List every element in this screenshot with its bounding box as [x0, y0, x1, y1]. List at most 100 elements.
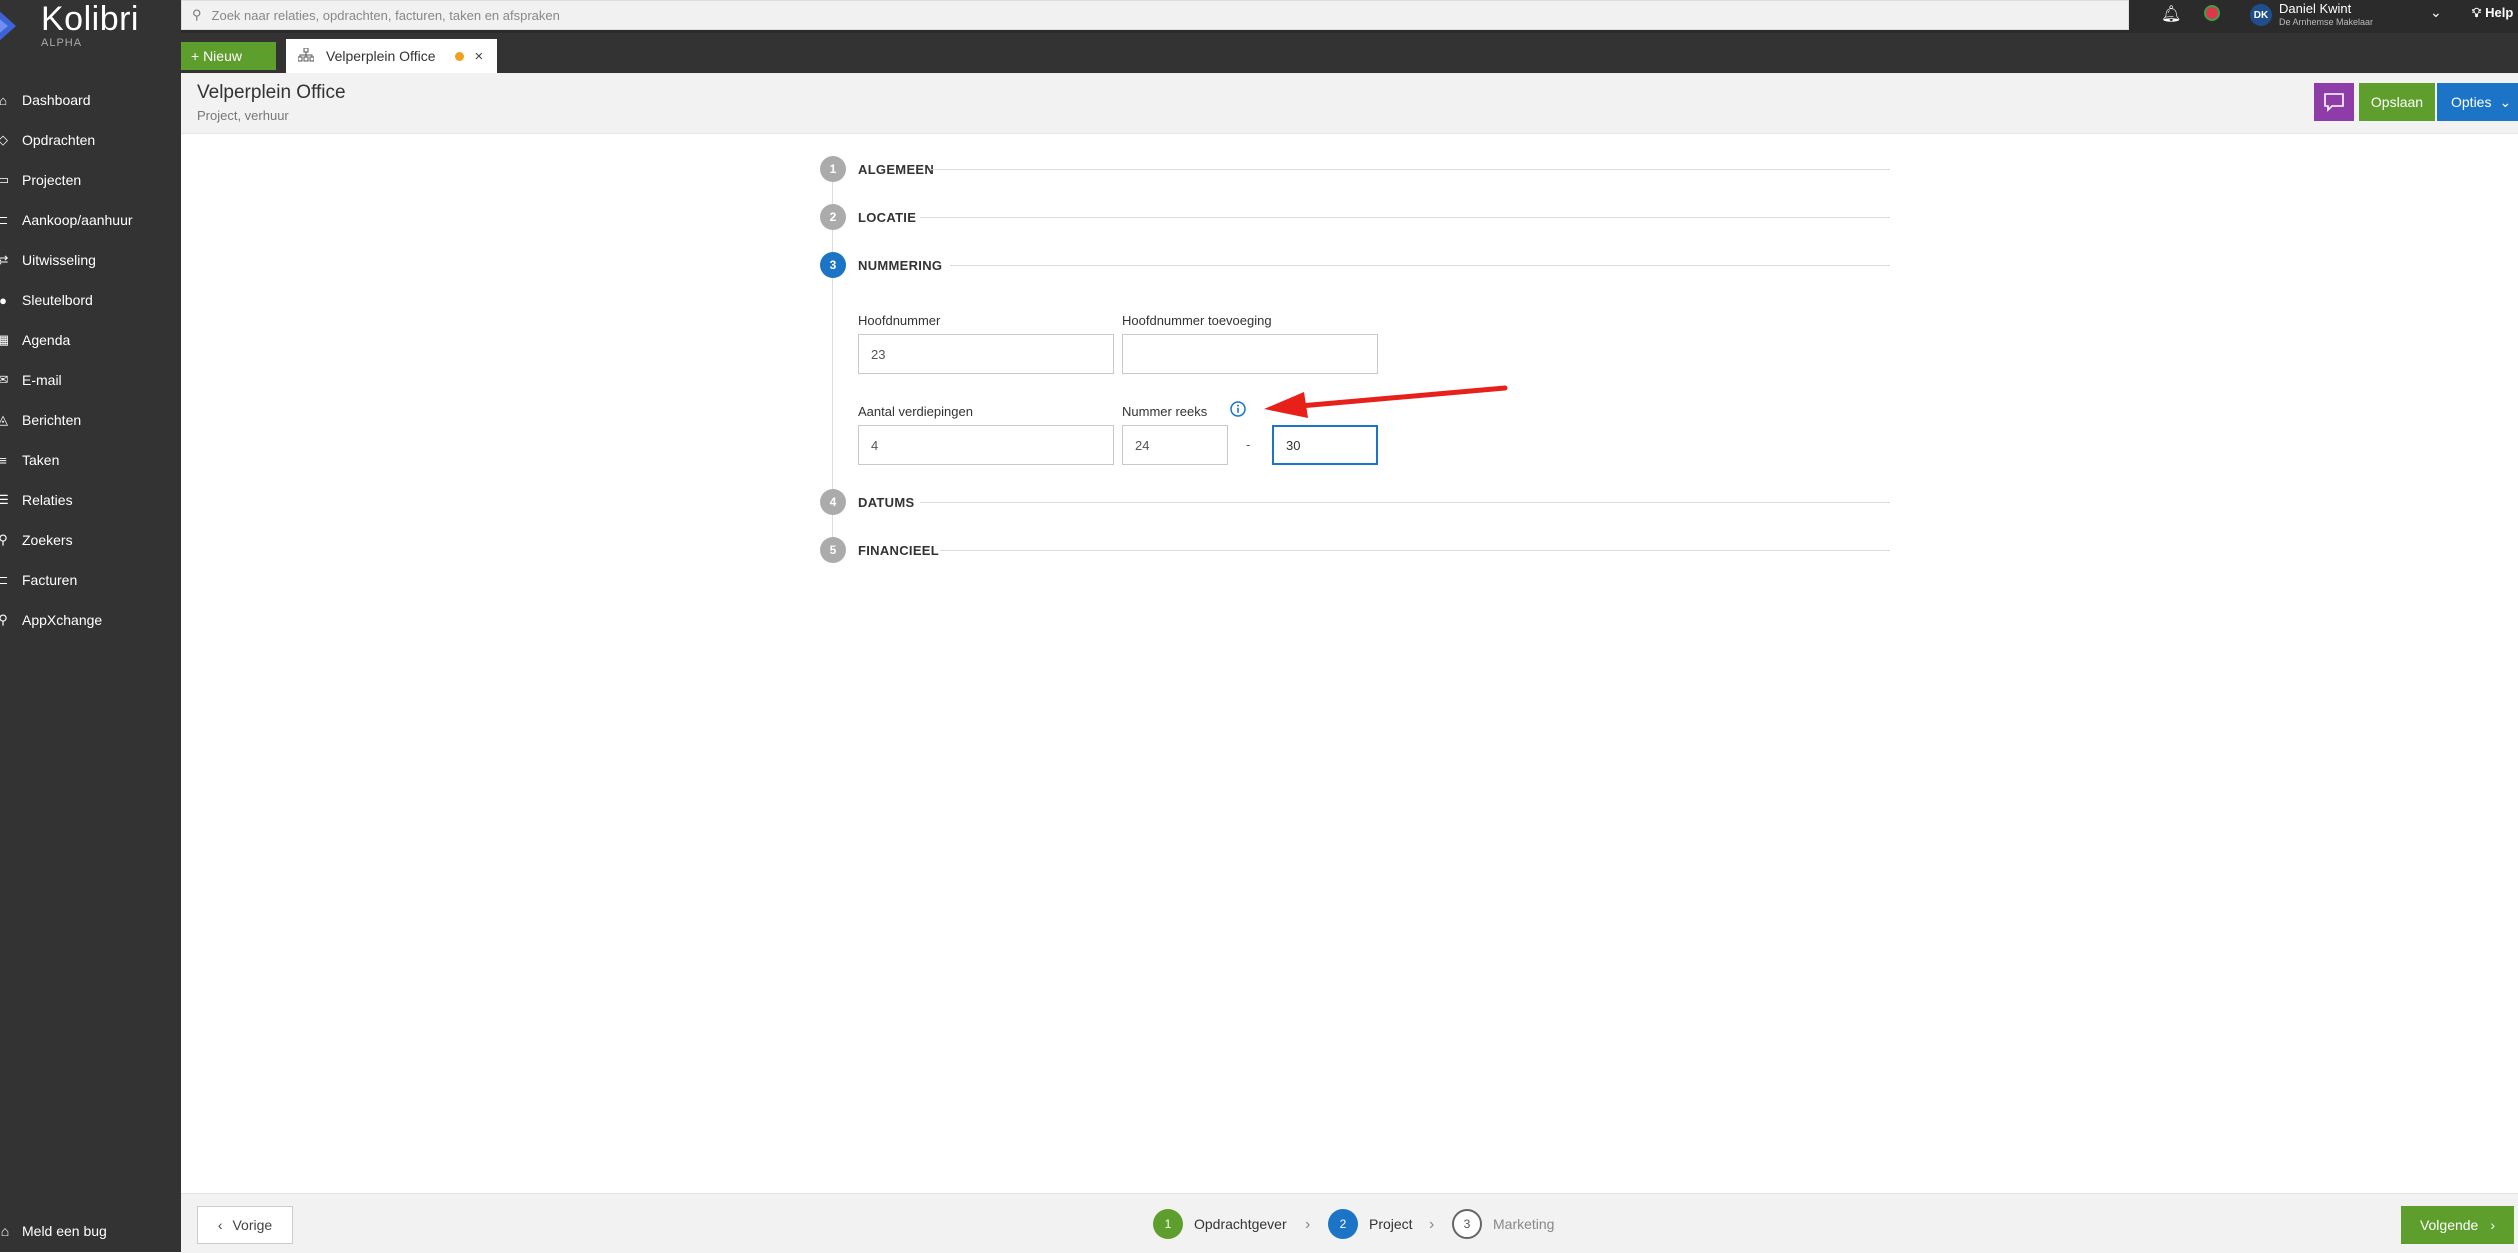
tab-bar: + Nieuw Velperplein Office × [181, 33, 2518, 73]
footer-bar: ‹ Vorige 1 Opdrachtgever › 2 Project › 3… [181, 1193, 2518, 1253]
report-bug-link[interactable]: ⌂ Meld een bug [0, 1218, 107, 1244]
top-bar: ⚲ 🔔︎ DK Daniel Kwint De Arnhemse Makelaa… [181, 0, 2518, 33]
step-connector [832, 182, 833, 542]
page-subtitle: Project, verhuur [197, 108, 289, 123]
wizard-step-project[interactable]: 2 Project [1328, 1209, 1413, 1239]
sidebar-item-aankoop[interactable]: ⊏ Aankoop/aanhuur [0, 200, 181, 240]
key-icon: ● [0, 292, 7, 308]
step-financieel[interactable]: 5 FINANCIEEL [820, 537, 1890, 563]
save-button[interactable]: Opslaan [2359, 83, 2435, 121]
status-icon[interactable] [2204, 5, 2220, 21]
step-title[interactable]: LOCATIE [858, 210, 916, 225]
sidebar-item-appxchange[interactable]: ⚲ AppXchange [0, 600, 181, 640]
sidebar-item-label: AppXchange [22, 612, 103, 628]
sidebar-item-sleutelbord[interactable]: ● Sleutelbord [0, 280, 181, 320]
options-button[interactable]: Opties ⌄ [2437, 83, 2518, 121]
hoofdnummer-label: Hoofdnummer [858, 313, 941, 328]
wizard-step-label: Opdrachtgever [1194, 1216, 1287, 1232]
options-label: Opties [2451, 94, 2492, 110]
tab-label: Velperplein Office [326, 48, 436, 64]
purchase-icon: ⊏ [0, 212, 9, 227]
wizard-step-opdrachtgever[interactable]: 1 Opdrachtgever [1153, 1209, 1287, 1239]
sidebar-item-uitwisseling[interactable]: ⇄ Uitwisseling [0, 240, 181, 280]
chevron-right-icon: › [1305, 1216, 1311, 1233]
step-number: 1 [820, 156, 846, 182]
step-nummering[interactable]: 3 NUMMERING [820, 252, 1890, 278]
chat-icon [2324, 93, 2344, 112]
sidebar-item-relaties[interactable]: ☰ Relaties [0, 480, 181, 520]
chevron-down-icon[interactable]: ⌄ [2430, 4, 2442, 21]
tab-velperplein-office[interactable]: Velperplein Office × [286, 39, 497, 73]
step-title[interactable]: ALGEMEEN [858, 162, 934, 177]
sidebar-item-label: Opdrachten [22, 132, 96, 148]
chevron-left-icon: ‹ [217, 1217, 223, 1233]
hoofdnummer-toevoeging-label: Hoofdnummer toevoeging [1122, 313, 1272, 328]
step-number: 4 [820, 489, 846, 515]
sidebar-item-facturen[interactable]: ⊏ Facturen [0, 560, 181, 600]
sidebar-item-label: Projecten [22, 172, 82, 188]
assignments-icon: ◇ [0, 132, 8, 147]
search-input[interactable] [209, 6, 2014, 24]
aantal-verdiepingen-field[interactable] [858, 425, 1114, 465]
page-title: Velperplein Office [197, 82, 346, 103]
step-number: 2 [820, 204, 846, 230]
step-number: 5 [820, 537, 846, 563]
sidebar-item-label: Dashboard [22, 92, 91, 108]
chat-button[interactable] [2314, 83, 2354, 121]
sidebar-item-email[interactable]: ✉ E-mail [0, 360, 181, 400]
step-number: 3 [820, 252, 846, 278]
page-header: Velperplein Office Project, verhuur Opsl… [181, 73, 2518, 134]
sidebar-item-label: Uitwisseling [22, 252, 96, 268]
hoofdnummer-field[interactable] [858, 334, 1114, 374]
user-name[interactable]: Daniel Kwint [2279, 1, 2351, 16]
app-name: Kolibri [41, 0, 139, 38]
search-people-icon: ⚲ [0, 532, 8, 547]
sidebar-item-zoekers[interactable]: ⚲ Zoekers [0, 520, 181, 560]
step-title[interactable]: DATUMS [858, 495, 914, 510]
wizard-step-label: Marketing [1493, 1216, 1555, 1232]
sidebar-item-opdrachten[interactable]: ◇ Opdrachten [0, 120, 181, 160]
close-icon[interactable]: × [474, 48, 483, 65]
sidebar-item-label: E-mail [22, 372, 62, 388]
chevron-right-icon: › [1429, 1216, 1435, 1233]
bell-icon[interactable]: 🔔︎ [2161, 4, 2181, 24]
step-locatie[interactable]: 2 LOCATIE [820, 204, 1890, 230]
calendar-icon: ▦ [0, 332, 10, 347]
user-organization: De Arnhemse Makelaar [2279, 17, 2374, 27]
sidebar-item-agenda[interactable]: ▦ Agenda [0, 320, 181, 360]
wizard-step-number: 3 [1452, 1209, 1482, 1239]
sidebar-item-dashboard[interactable]: ⌂ Dashboard [0, 80, 181, 120]
projects-icon: ▭ [0, 172, 10, 187]
info-icon[interactable] [1230, 401, 1246, 417]
hoofdnummer-toevoeging-field[interactable] [1122, 334, 1378, 374]
wizard-step-marketing[interactable]: 3 Marketing [1452, 1209, 1554, 1239]
step-algemeen[interactable]: 1 ALGEMEEN [820, 156, 1890, 182]
project-tree-icon [297, 47, 315, 65]
sidebar-item-label: Relaties [22, 492, 73, 508]
nummer-reeks-to-field[interactable] [1272, 425, 1378, 465]
avatar[interactable]: DK [2250, 4, 2272, 26]
sidebar-item-taken[interactable]: ≡ Taken [0, 440, 181, 480]
next-button[interactable]: Volgende › [2401, 1206, 2514, 1244]
previous-button[interactable]: ‹ Vorige [197, 1206, 293, 1244]
bug-icon: ⌂ [0, 1223, 10, 1239]
search-icon: ⚲ [192, 7, 202, 22]
help-button[interactable]: 💡︎ Help [2472, 5, 2513, 21]
home-icon: ⌂ [0, 92, 7, 108]
sidebar: Kolibri ALPHA ⌂ Dashboard ◇ Opdrachten ▭ Pr… [0, 0, 181, 1252]
range-separator: - [1246, 437, 1251, 452]
step-datums[interactable]: 4 DATUMS [820, 489, 1890, 515]
invoice-icon: ⊏ [0, 572, 9, 587]
sidebar-item-label: Berichten [22, 412, 82, 428]
sidebar-item-label: Aankoop/aanhuur [22, 212, 133, 228]
step-title[interactable]: FINANCIEEL [858, 543, 939, 558]
nummer-reeks-label: Nummer reeks [1122, 404, 1208, 419]
nummer-reeks-from-field[interactable] [1122, 425, 1228, 465]
sidebar-item-projecten[interactable]: ▭ Projecten [0, 160, 181, 200]
new-button[interactable]: + Nieuw [181, 42, 276, 70]
tasks-icon: ≡ [0, 452, 7, 468]
divider [950, 265, 1890, 266]
sidebar-item-berichten[interactable]: ◬ Berichten [0, 400, 181, 440]
sidebar-nav: ⌂ Dashboard ◇ Opdrachten ▭ Projecten ⊏ Aanko… [0, 80, 181, 640]
step-title[interactable]: NUMMERING [858, 258, 942, 273]
